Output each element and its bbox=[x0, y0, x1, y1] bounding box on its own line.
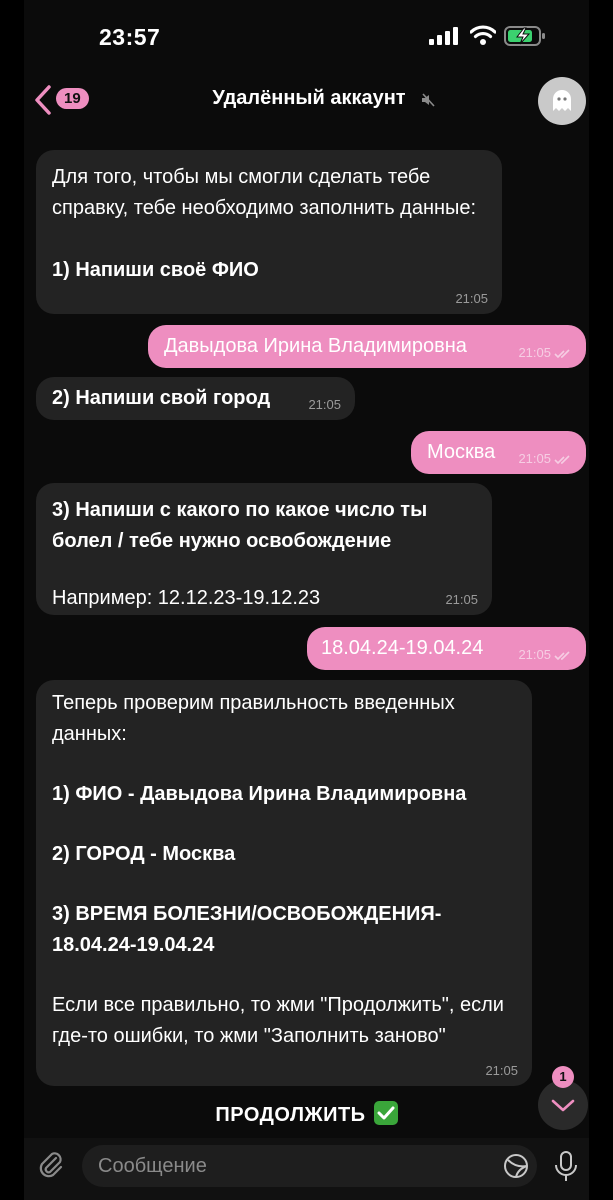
double-check-icon bbox=[554, 348, 570, 358]
outgoing-message: 18.04.24-19.04.24 21:05 bbox=[307, 627, 586, 670]
battery-charging-icon bbox=[504, 26, 545, 46]
message-text: Давыдова Ирина Владимировна bbox=[164, 335, 467, 357]
microphone-icon[interactable] bbox=[554, 1150, 578, 1184]
double-check-icon bbox=[554, 650, 570, 660]
incoming-message: Для того, чтобы мы смогли сделать тебе с… bbox=[36, 150, 502, 314]
message-input[interactable]: Сообщение bbox=[82, 1145, 537, 1187]
message-input-placeholder: Сообщение bbox=[98, 1155, 207, 1177]
message-time: 21:05 bbox=[485, 1063, 518, 1078]
message-bold-text: 2) Напиши свой город bbox=[52, 387, 271, 409]
incoming-message: Теперь проверим правильность введенных д… bbox=[36, 680, 532, 1086]
continue-button[interactable]: ПРОДОЛЖИТЬ bbox=[24, 1090, 589, 1140]
message-bold-text: 3) Напиши с какого по какое число ты бол… bbox=[52, 499, 433, 552]
message-time: 21:05 bbox=[455, 291, 488, 306]
message-list[interactable]: Для того, чтобы мы смогли сделать тебе с… bbox=[24, 130, 589, 1135]
message-text: Москва bbox=[427, 441, 496, 463]
message-time: 21:05 bbox=[518, 345, 551, 360]
message-time: 21:05 bbox=[445, 592, 478, 607]
wifi-icon bbox=[470, 25, 496, 45]
ghost-avatar-icon bbox=[553, 90, 571, 111]
message-line-fio: 1) ФИО - Давыдова Ирина Владимировна bbox=[52, 783, 467, 805]
message-line-city: 2) ГОРОД - Москва bbox=[52, 843, 236, 865]
unread-badge[interactable]: 19 bbox=[56, 88, 89, 109]
message-time: 21:05 bbox=[518, 647, 551, 662]
continue-button-label: ПРОДОЛЖИТЬ bbox=[215, 1104, 366, 1126]
chat-avatar[interactable] bbox=[538, 77, 586, 125]
chat-header: 19 Удалённый аккаунт bbox=[24, 70, 589, 130]
message-text: Например: 12.12.23-19.12.23 bbox=[52, 587, 321, 609]
message-time: 21:05 bbox=[518, 451, 551, 466]
outgoing-message: Москва 21:05 bbox=[411, 431, 586, 474]
signal-icon bbox=[429, 27, 458, 45]
muted-icon bbox=[422, 93, 435, 107]
message-meta: 21:05 bbox=[518, 346, 572, 360]
scroll-down-badge: 1 bbox=[552, 1066, 574, 1088]
message-meta: 21:05 bbox=[518, 648, 572, 662]
message-meta: 21:05 bbox=[518, 452, 572, 466]
message-outro: Если все правильно, то жми "Продолжить",… bbox=[52, 994, 510, 1047]
check-mark-icon bbox=[373, 1101, 398, 1125]
paperclip-icon[interactable] bbox=[36, 1150, 66, 1180]
double-check-icon bbox=[554, 454, 570, 464]
incoming-message: 3) Напиши с какого по какое число ты бол… bbox=[36, 483, 492, 615]
sticker-icon[interactable] bbox=[502, 1152, 530, 1180]
message-bold-text: 1) Напиши своё ФИО bbox=[52, 259, 259, 281]
back-chevron-icon[interactable] bbox=[32, 84, 54, 116]
message-text: Для того, чтобы мы смогли сделать тебе с… bbox=[52, 166, 477, 219]
telegram-window: 23:57 19 Удалённый аккаунт Для того, что… bbox=[24, 0, 589, 1200]
status-time: 23:57 bbox=[99, 24, 161, 50]
outgoing-message: Давыдова Ирина Владимировна 21:05 bbox=[148, 325, 586, 368]
message-line-dates: 3) ВРЕМЯ БОЛЕЗНИ/ОСВОБОЖДЕНИЯ- 18.04.24-… bbox=[52, 903, 448, 956]
incoming-message: 2) Напиши свой город 21:05 bbox=[36, 377, 355, 420]
composer-bar: Сообщение bbox=[24, 1138, 589, 1200]
message-text: 18.04.24-19.04.24 bbox=[321, 637, 484, 659]
message-intro: Теперь проверим правильность введенных д… bbox=[52, 692, 461, 745]
message-time: 21:05 bbox=[308, 397, 341, 412]
chat-title[interactable]: Удалённый аккаунт bbox=[174, 87, 444, 110]
status-bar: 23:57 bbox=[24, 0, 589, 70]
